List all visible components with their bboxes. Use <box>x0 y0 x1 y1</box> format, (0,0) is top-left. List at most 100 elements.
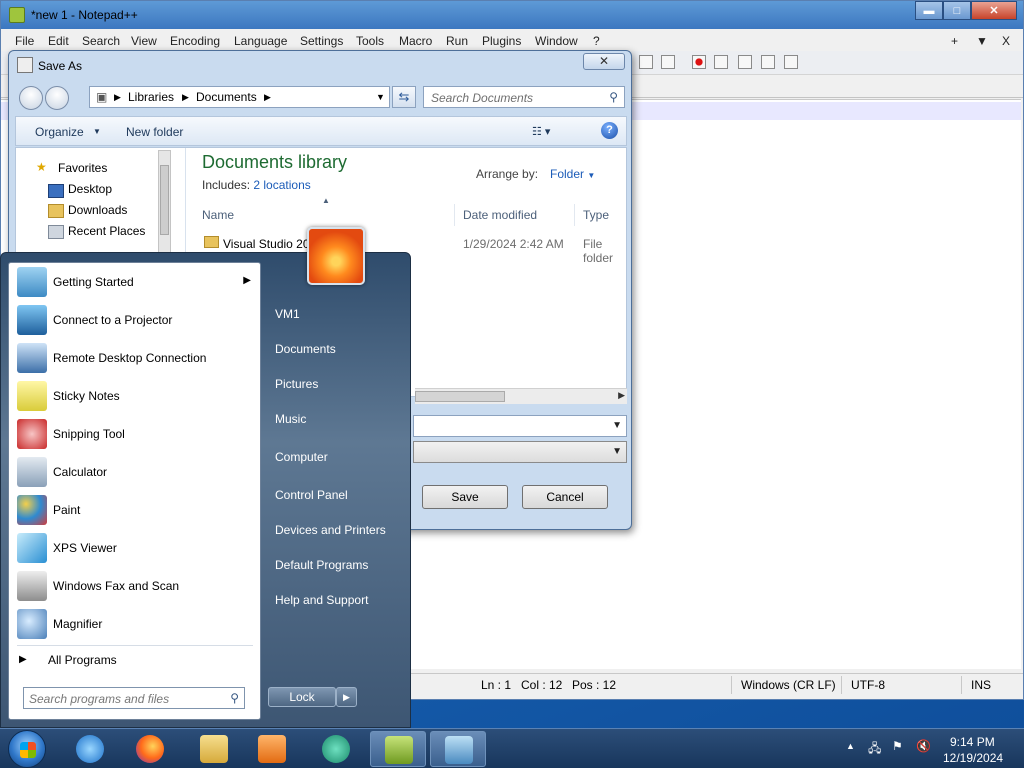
search-programs-input[interactable]: Search programs and files ⚲ <box>23 687 245 709</box>
favorite-recent-places[interactable]: Recent Places <box>68 224 145 238</box>
refresh-icon[interactable]: ⇆ <box>392 86 416 108</box>
back-icon[interactable] <box>19 86 43 110</box>
new-tab-icon[interactable]: + <box>951 34 958 48</box>
forward-icon[interactable] <box>45 86 69 110</box>
menu-encoding[interactable]: Encoding <box>170 34 220 48</box>
breadcrumb-arrow-icon[interactable]: ▶ <box>182 92 189 103</box>
dialog-close-button[interactable]: ✕ <box>583 53 625 70</box>
organize-button[interactable]: Organize <box>35 125 84 139</box>
minimize-button[interactable]: ▬ <box>915 1 943 20</box>
place-pictures[interactable]: Pictures <box>275 377 318 391</box>
program-magnifier[interactable]: Magnifier <box>13 607 259 643</box>
help-icon[interactable]: ? <box>601 122 618 139</box>
chevron-down-icon[interactable]: ▼ <box>93 127 101 136</box>
run-multiple-macro-icon[interactable] <box>761 55 775 69</box>
column-divider[interactable] <box>574 204 575 226</box>
menu-help[interactable]: ? <box>593 34 600 48</box>
taskbar-photo-viewer[interactable] <box>430 731 486 767</box>
taskbar-notepadpp[interactable] <box>370 731 426 767</box>
place-default-programs[interactable]: Default Programs <box>275 558 368 572</box>
close-button[interactable]: ✕ <box>971 1 1017 20</box>
toolbar-icon[interactable] <box>661 55 675 69</box>
notepadpp-titlebar[interactable]: *new 1 - Notepad++ ▬ □ ✕ <box>1 1 1023 29</box>
save-as-type-select[interactable]: ▼ <box>413 441 627 463</box>
taskbar-media-player[interactable] <box>244 731 300 767</box>
chevron-down-icon[interactable]: ▼ <box>612 420 622 431</box>
address-bar[interactable]: ▣ ▶ Libraries ▶ Documents ▶ ▼ <box>89 86 390 108</box>
program-remote-desktop[interactable]: Remote Desktop Connection <box>13 341 259 377</box>
locations-link[interactable]: 2 locations <box>253 178 310 192</box>
program-paint[interactable]: Paint <box>13 493 259 529</box>
taskbar-chat-app[interactable] <box>308 731 364 767</box>
clock-date[interactable]: 12/19/2024 <box>943 751 1003 765</box>
place-devices-printers[interactable]: Devices and Printers <box>275 523 386 537</box>
horizontal-scrollbar[interactable]: ▶ <box>415 388 627 404</box>
program-getting-started[interactable]: Getting Started ▶ <box>13 265 259 301</box>
place-computer[interactable]: Computer <box>275 450 328 464</box>
program-fax-scan[interactable]: Windows Fax and Scan <box>13 569 259 605</box>
search-documents-input[interactable]: Search Documents ⚲ <box>423 86 625 108</box>
search-icon[interactable]: ⚲ <box>230 691 239 705</box>
status-insert-mode[interactable]: INS <box>971 678 991 692</box>
menu-macro[interactable]: Macro <box>399 34 432 48</box>
chevron-down-icon[interactable]: ▼ <box>612 446 622 457</box>
scrollbar-thumb[interactable] <box>160 165 169 235</box>
network-icon[interactable]: 🖧 <box>868 739 881 760</box>
toolbar-icon[interactable] <box>639 55 653 69</box>
start-button[interactable] <box>8 730 46 768</box>
new-folder-button[interactable]: New folder <box>126 125 183 139</box>
menu-settings[interactable]: Settings <box>300 34 343 48</box>
column-type[interactable]: Type <box>583 208 609 222</box>
nav-scrollbar[interactable] <box>158 150 171 260</box>
user-avatar[interactable] <box>307 227 365 285</box>
file-name-input[interactable]: ▼ <box>413 415 627 437</box>
place-control-panel[interactable]: Control Panel <box>275 488 348 502</box>
taskbar-internet-explorer[interactable] <box>62 731 118 767</box>
record-macro-icon[interactable] <box>692 55 706 69</box>
taskbar-firefox[interactable] <box>122 731 178 767</box>
program-connect-projector[interactable]: Connect to a Projector <box>13 303 259 339</box>
cancel-button[interactable]: Cancel <box>522 485 608 509</box>
menu-edit[interactable]: Edit <box>48 34 69 48</box>
program-calculator[interactable]: Calculator <box>13 455 259 491</box>
breadcrumb-libraries[interactable]: Libraries <box>128 90 174 104</box>
taskbar-file-explorer[interactable] <box>186 731 242 767</box>
program-sticky-notes[interactable]: Sticky Notes <box>13 379 259 415</box>
place-music[interactable]: Music <box>275 412 306 426</box>
scroll-right-icon[interactable]: ▶ <box>618 390 625 401</box>
show-hidden-icons-icon[interactable]: ▲ <box>846 741 855 751</box>
breadcrumb-arrow-icon[interactable]: ▶ <box>114 92 121 103</box>
clock-time[interactable]: 9:14 PM <box>950 735 995 749</box>
column-divider[interactable] <box>454 204 455 226</box>
search-icon[interactable]: ⚲ <box>609 90 618 104</box>
column-name[interactable]: Name <box>202 208 234 222</box>
save-button[interactable]: Save <box>422 485 508 509</box>
status-eol[interactable]: Windows (CR LF) <box>741 678 836 692</box>
menu-file[interactable]: File <box>15 34 34 48</box>
arrange-by-dropdown[interactable]: Folder ▼ <box>550 167 595 181</box>
menu-window[interactable]: Window <box>535 34 578 48</box>
save-macro-icon[interactable] <box>784 55 798 69</box>
breadcrumb-documents[interactable]: Documents <box>196 90 257 104</box>
menu-run[interactable]: Run <box>446 34 468 48</box>
favorites-header[interactable]: Favorites <box>58 161 107 175</box>
lock-button[interactable]: Lock <box>268 687 336 707</box>
place-user[interactable]: VM1 <box>275 307 300 321</box>
status-encoding[interactable]: UTF-8 <box>851 678 885 692</box>
program-snipping-tool[interactable]: Snipping Tool <box>13 417 259 453</box>
shutdown-options-icon[interactable]: ▶ <box>336 687 357 707</box>
tab-list-icon[interactable]: ▼ <box>976 34 988 48</box>
menu-tools[interactable]: Tools <box>356 34 384 48</box>
menu-language[interactable]: Language <box>234 34 287 48</box>
maximize-button[interactable]: □ <box>943 1 971 20</box>
breadcrumb-arrow-icon[interactable]: ▶ <box>264 92 271 103</box>
scrollbar-thumb[interactable] <box>415 391 505 402</box>
volume-muted-icon[interactable]: 🔇 <box>916 739 931 753</box>
view-options-icon[interactable]: ☷ ▾ <box>532 125 550 138</box>
place-documents[interactable]: Documents <box>275 342 336 356</box>
menu-plugins[interactable]: Plugins <box>482 34 521 48</box>
menu-view[interactable]: View <box>131 34 157 48</box>
favorite-downloads[interactable]: Downloads <box>68 203 127 217</box>
favorite-desktop[interactable]: Desktop <box>68 182 112 196</box>
program-xps-viewer[interactable]: XPS Viewer <box>13 531 259 567</box>
